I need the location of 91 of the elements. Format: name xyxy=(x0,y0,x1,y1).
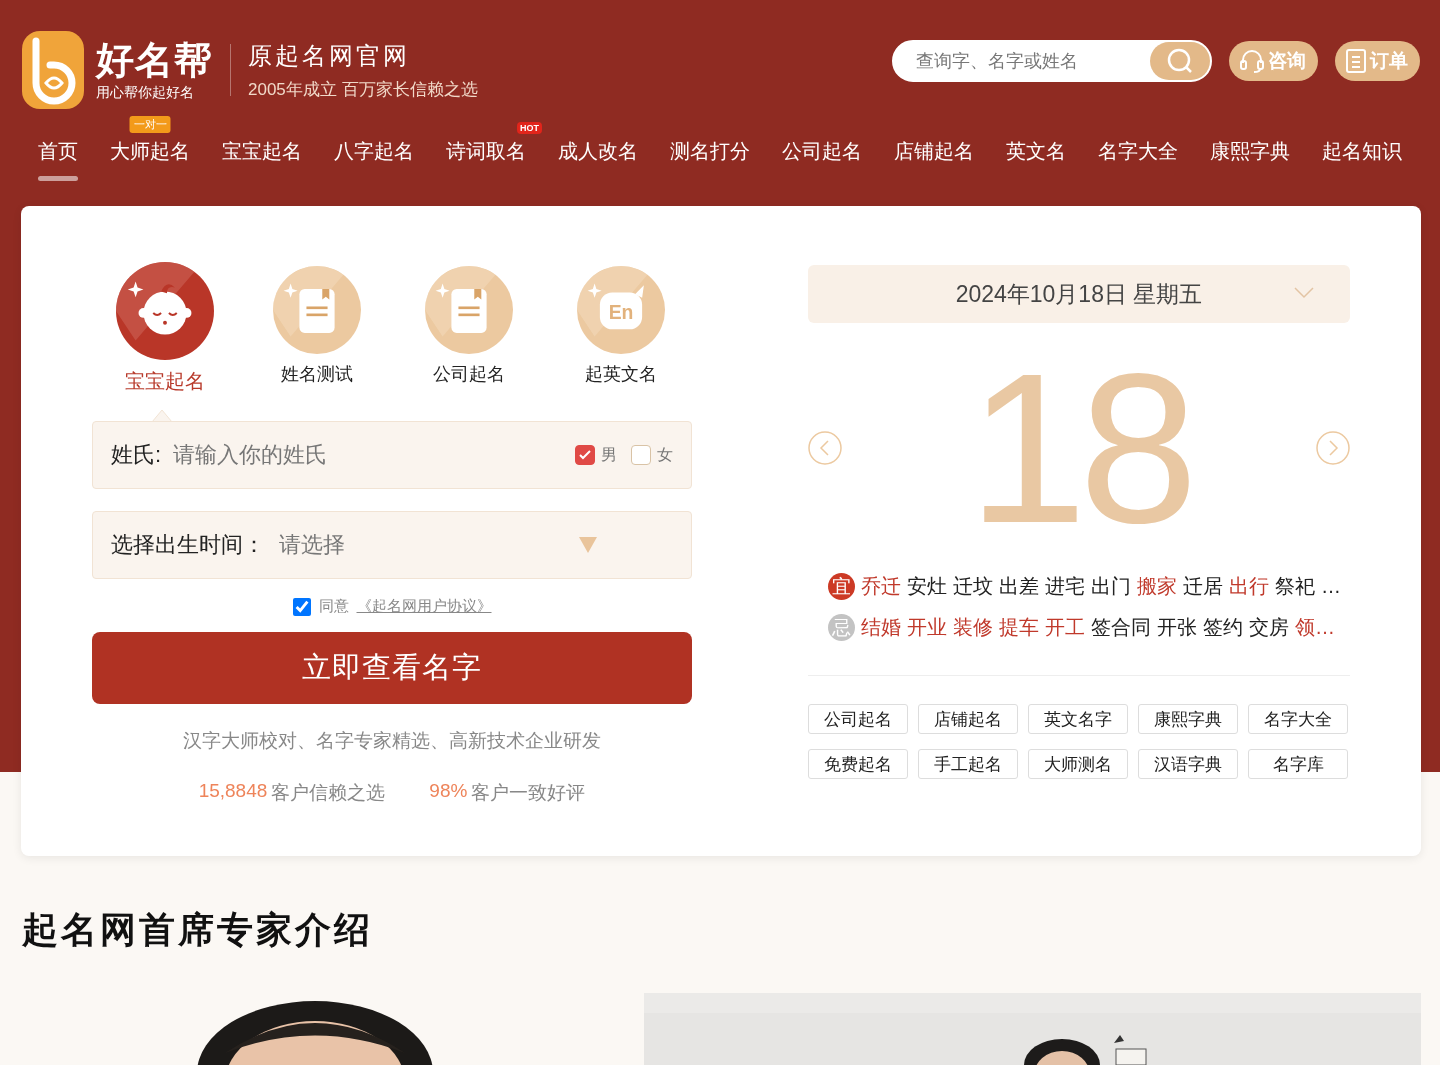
almanac-item: 签合同 xyxy=(1091,615,1151,640)
agree-checkbox[interactable] xyxy=(292,597,311,616)
naming-tab[interactable]: 姓名测试 xyxy=(267,262,367,395)
english-icon: En xyxy=(577,266,665,354)
search-bar[interactable]: 查询字、名字或姓名 xyxy=(892,40,1212,82)
stat-value: 98% xyxy=(429,780,468,803)
agree-label: 同意 xyxy=(318,597,349,616)
nav-item[interactable]: 名字大全 xyxy=(1098,138,1178,181)
almanac-item: 装修 xyxy=(953,615,993,640)
almanac-item: 出门 xyxy=(1091,574,1131,599)
surname-label: 姓氏: xyxy=(111,441,162,469)
almanac-item: 开业 xyxy=(907,615,947,640)
stat-value: 15,8848 xyxy=(198,780,268,803)
quick-link[interactable]: 名字大全 xyxy=(1248,704,1348,734)
nav-item[interactable]: 八字起名 xyxy=(334,138,414,181)
hot-badge: HOT xyxy=(517,122,542,134)
tagline: 汉字大师校对、名字专家精选、高新技术企业研发 xyxy=(182,729,602,753)
almanac-item: 安灶 xyxy=(907,574,947,599)
chevron-icon xyxy=(1294,287,1314,299)
naming-tab[interactable]: 宝宝起名 xyxy=(115,262,215,395)
headset-icon xyxy=(1239,48,1265,74)
search-button[interactable] xyxy=(1150,42,1210,80)
almanac-item: 祭祀 xyxy=(1275,574,1315,599)
naming-tab[interactable]: 公司起名 xyxy=(419,262,519,395)
almanac-item: 进宅 xyxy=(1045,574,1085,599)
quick-link[interactable]: 免费起名 xyxy=(808,749,908,779)
almanac-item: 提车 xyxy=(999,615,1039,640)
almanac-item: 领… xyxy=(1295,615,1335,640)
book-icon xyxy=(273,266,361,354)
quick-link[interactable]: 店铺起名 xyxy=(918,704,1018,734)
almanac-item: 交房 xyxy=(1249,615,1289,640)
check-icon xyxy=(579,450,591,460)
day-number: 18 xyxy=(967,341,1190,555)
nav-item[interactable]: 公司起名 xyxy=(782,138,862,181)
dropdown-icon xyxy=(579,537,597,553)
baby-icon xyxy=(116,262,214,360)
nav-item[interactable]: 诗词取名 xyxy=(446,138,526,181)
quick-link[interactable]: 康熙字典 xyxy=(1138,704,1238,734)
quick-link[interactable]: 名字库 xyxy=(1248,749,1348,779)
nav-item[interactable]: 宝宝起名 xyxy=(222,138,302,181)
almanac-item: 开张 xyxy=(1157,615,1197,640)
brand-name: 好名帮 xyxy=(96,38,213,82)
quick-link[interactable]: 公司起名 xyxy=(808,704,908,734)
quick-link[interactable]: 汉语字典 xyxy=(1138,749,1238,779)
more-ellipsis: … xyxy=(1321,575,1341,598)
slogan: 用心帮你起好名 xyxy=(96,84,195,102)
document-icon xyxy=(1345,48,1367,74)
search-field[interactable]: 查询字、名字或姓名 xyxy=(914,49,1118,73)
nav-item[interactable]: 测名打分 xyxy=(670,138,750,181)
gender-checkbox[interactable] xyxy=(575,445,595,465)
surname-row[interactable]: 姓氏: 请输入你的姓氏 男 女 xyxy=(92,421,692,489)
birth-time-select[interactable]: 选择出生时间： 请选择 xyxy=(92,511,692,579)
auspicious-badge: 宜 xyxy=(828,573,855,600)
naming-tab[interactable]: En 起英文名 xyxy=(571,262,671,395)
surname-field[interactable]: 请输入你的姓氏 xyxy=(171,441,561,469)
gender-label: 男 xyxy=(601,444,617,465)
nav-item[interactable]: 大师起名 xyxy=(110,138,190,181)
promo-badge: 一对一 xyxy=(129,116,171,133)
nav-item[interactable]: 英文名 xyxy=(1006,138,1066,181)
quick-link[interactable]: 大师测名 xyxy=(1028,749,1128,779)
stat-label: 客户信赖之选 xyxy=(271,781,386,805)
almanac-item: 出差 xyxy=(999,574,1039,599)
nav-item[interactable]: 首页 xyxy=(38,138,78,181)
nav-item[interactable]: 成人改名 xyxy=(558,138,638,181)
gender-label: 女 xyxy=(657,444,673,465)
almanac-item: 开工 xyxy=(1045,615,1085,640)
inauspicious-badge: 忌 xyxy=(828,614,855,641)
almanac-item: 出行 xyxy=(1229,574,1269,599)
nav-item[interactable]: 起名知识 xyxy=(1322,138,1402,181)
stat-label: 客户一致好评 xyxy=(471,781,586,805)
almanac-item: 迁居 xyxy=(1183,574,1223,599)
quick-link[interactable]: 英文名字 xyxy=(1028,704,1128,734)
site-title: 原起名网官网 xyxy=(248,40,411,71)
agreement-link[interactable]: 《起名网用户协议》 xyxy=(356,597,492,616)
nav-item[interactable]: 康熙字典 xyxy=(1210,138,1290,181)
pointer-notch xyxy=(152,410,172,422)
logo-icon xyxy=(22,31,84,109)
submit-button[interactable]: 立即查看名字 xyxy=(92,632,692,704)
almanac-item: 搬家 xyxy=(1137,574,1177,599)
almanac-item: 乔迁 xyxy=(861,574,901,599)
nav-item[interactable]: 店铺起名 xyxy=(894,138,974,181)
almanac-item: 签约 xyxy=(1203,615,1243,640)
site-subtitle: 2005年成立 百万家长信赖之选 xyxy=(248,78,478,101)
gender-checkbox[interactable] xyxy=(631,445,651,465)
quick-link[interactable]: 手工起名 xyxy=(918,749,1018,779)
almanac-item: 迁坟 xyxy=(953,574,993,599)
book-icon xyxy=(425,266,513,354)
date-select[interactable]: 2024年10月18日 星期五 xyxy=(808,265,1350,323)
section-heading: 起名网首席专家介绍 xyxy=(22,908,374,952)
search-icon xyxy=(1166,47,1194,75)
almanac-item: 结婚 xyxy=(861,615,901,640)
